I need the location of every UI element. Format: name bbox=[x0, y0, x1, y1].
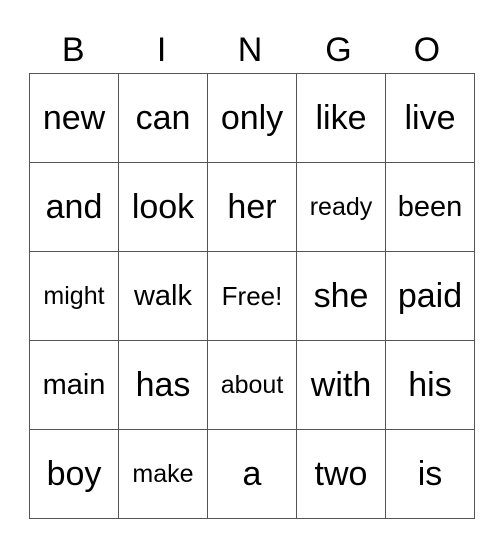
grid-row: boy make a two is bbox=[29, 429, 475, 519]
bingo-cell[interactable]: can bbox=[118, 73, 208, 163]
bingo-cell[interactable]: might bbox=[29, 251, 119, 341]
bingo-cell[interactable]: ready bbox=[296, 162, 386, 252]
bingo-cell[interactable]: her bbox=[207, 162, 297, 252]
bingo-cell[interactable]: new bbox=[29, 73, 119, 163]
free-space-cell[interactable]: Free! bbox=[207, 251, 297, 341]
bingo-cell[interactable]: with bbox=[296, 340, 386, 430]
grid-row: new can only like live bbox=[29, 73, 475, 163]
bingo-cell[interactable]: his bbox=[385, 340, 475, 430]
bingo-cell[interactable]: and bbox=[29, 162, 119, 252]
bingo-cell[interactable]: a bbox=[207, 429, 297, 519]
bingo-header: B I N G O bbox=[29, 30, 471, 70]
bingo-cell[interactable]: make bbox=[118, 429, 208, 519]
bingo-cell[interactable]: only bbox=[207, 73, 297, 163]
bingo-cell[interactable]: walk bbox=[118, 251, 208, 341]
bingo-cell[interactable]: like bbox=[296, 73, 386, 163]
bingo-cell[interactable]: two bbox=[296, 429, 386, 519]
bingo-cell[interactable]: boy bbox=[29, 429, 119, 519]
bingo-cell[interactable]: about bbox=[207, 340, 297, 430]
bingo-cell[interactable]: been bbox=[385, 162, 475, 252]
grid-row: main has about with his bbox=[29, 340, 475, 430]
bingo-cell[interactable]: she bbox=[296, 251, 386, 341]
bingo-cell[interactable]: has bbox=[118, 340, 208, 430]
bingo-cell[interactable]: is bbox=[385, 429, 475, 519]
header-letter-b: B bbox=[61, 31, 85, 69]
grid-row: might walk Free! she paid bbox=[29, 251, 475, 341]
grid-row: and look her ready been bbox=[29, 162, 475, 252]
header-letter-n: N bbox=[237, 31, 263, 69]
bingo-grid: new can only like live and look her read… bbox=[29, 73, 475, 519]
bingo-cell[interactable]: look bbox=[118, 162, 208, 252]
header-letter-i: I bbox=[156, 31, 167, 69]
bingo-cell[interactable]: live bbox=[385, 73, 475, 163]
header-letter-o: O bbox=[413, 31, 441, 69]
header-letter-g: G bbox=[325, 31, 352, 69]
bingo-cell[interactable]: main bbox=[29, 340, 119, 430]
bingo-cell[interactable]: paid bbox=[385, 251, 475, 341]
